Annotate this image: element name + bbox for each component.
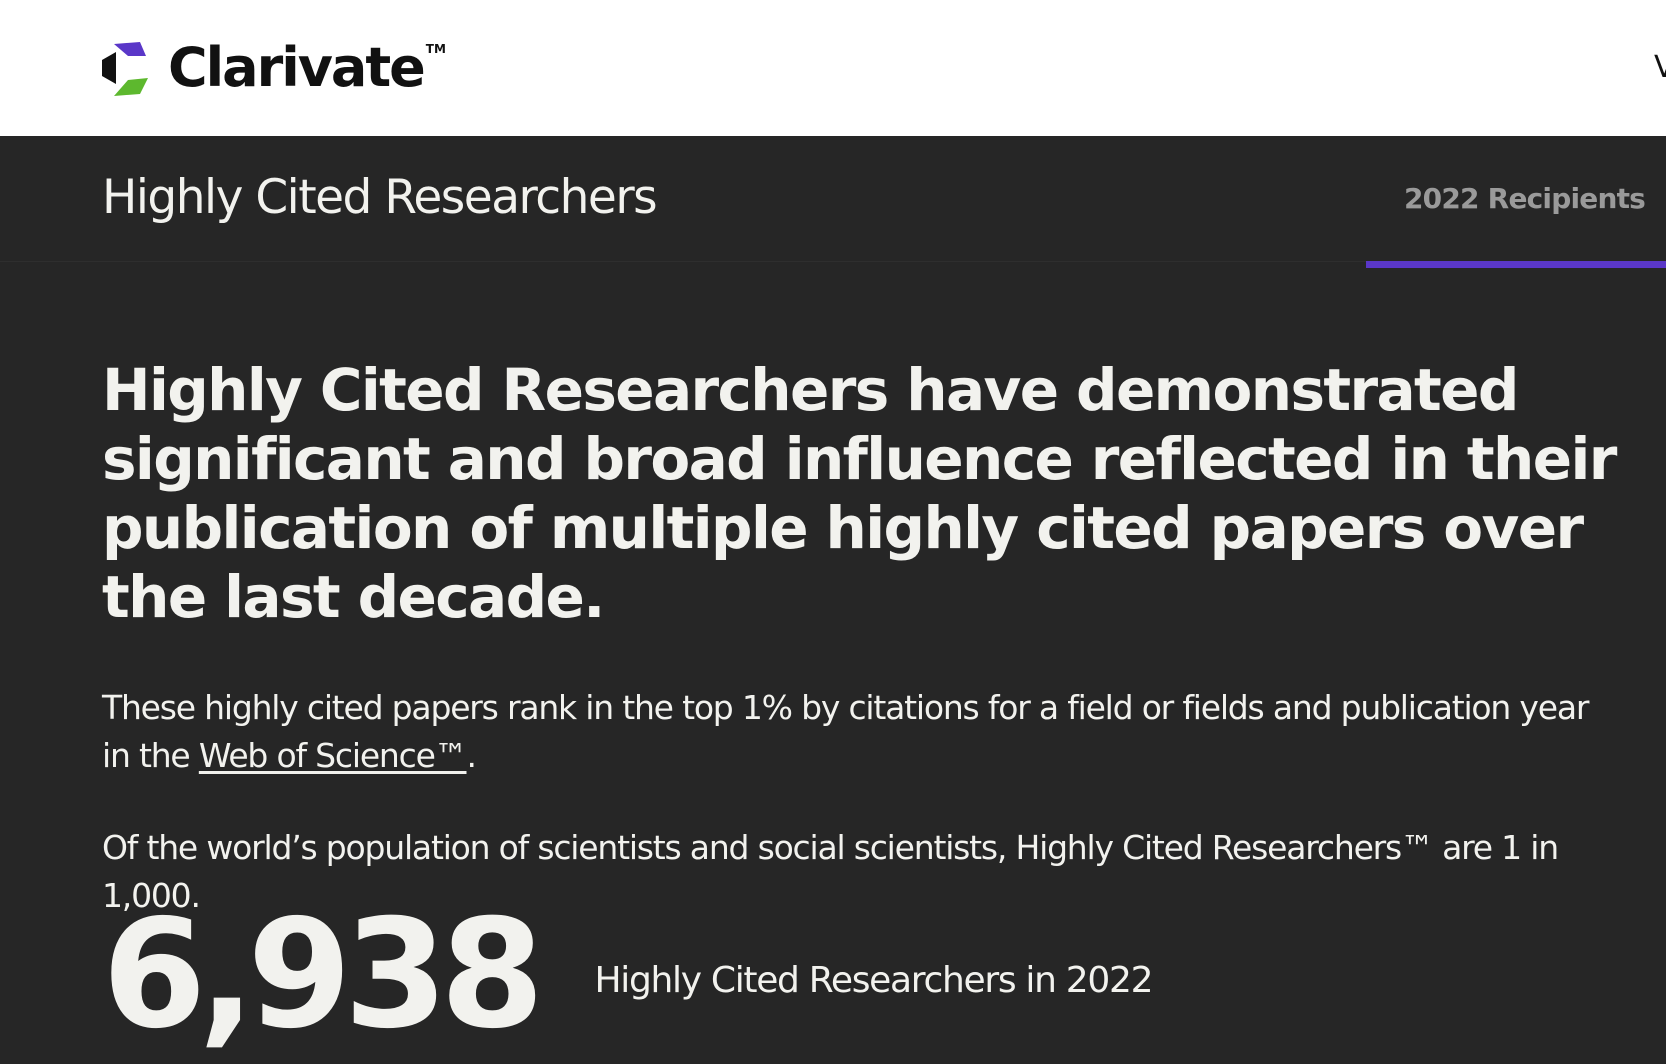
section-subnav: Highly Cited Researchers 2022 Recipients: [0, 136, 1666, 268]
top-header: Clarivate TM V: [0, 0, 1666, 136]
cut-off-nav-item[interactable]: V: [1654, 50, 1666, 85]
main-content: Highly Cited Researchers have demonstrat…: [102, 356, 1622, 920]
intro-paragraph: These highly cited papers rank in the to…: [102, 684, 1622, 780]
stat-number: 6,938: [102, 888, 544, 1062]
logo-wordmark: Clarivate: [168, 36, 426, 99]
intro-paragraph-end: .: [466, 736, 478, 775]
stat-label: Highly Cited Researchers in 2022: [594, 959, 1153, 1001]
active-tab-indicator: [1366, 261, 1666, 268]
tab-2022-recipients[interactable]: 2022 Recipients: [1366, 136, 1666, 268]
researcher-count-stat: 6,938 Highly Cited Researchers in 2022: [102, 888, 1154, 1062]
section-title[interactable]: Highly Cited Researchers: [102, 170, 658, 225]
page-headline: Highly Cited Researchers have demonstrat…: [102, 356, 1617, 631]
clarivate-logo[interactable]: Clarivate TM: [100, 36, 446, 100]
web-of-science-link[interactable]: Web of Science™: [199, 736, 468, 775]
clarivate-logo-icon: [102, 42, 148, 96]
tab-2022-recipients-label: 2022 Recipients: [1404, 182, 1646, 215]
logo-trademark: TM: [425, 42, 446, 56]
